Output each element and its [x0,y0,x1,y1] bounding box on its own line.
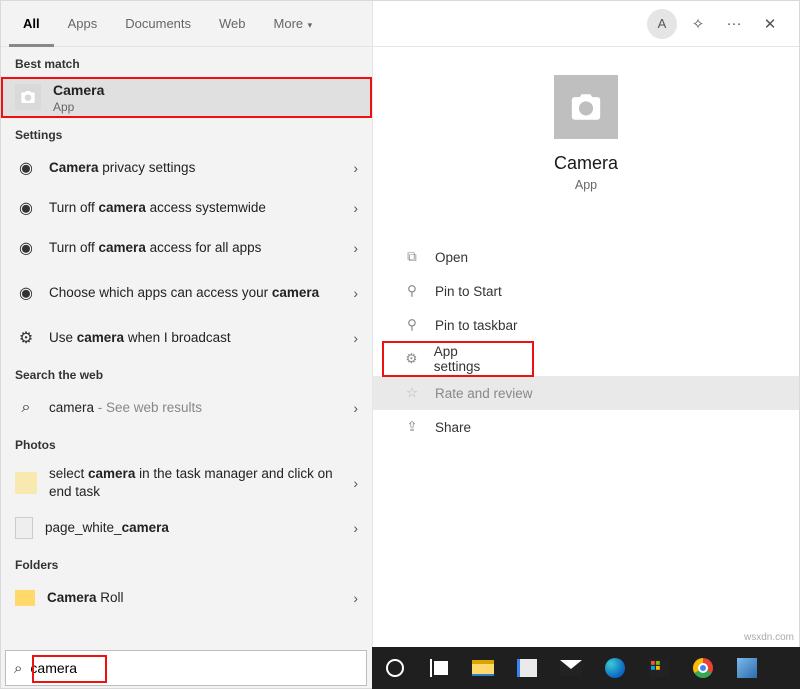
more-icon[interactable]: ··· [719,9,749,39]
search-icon: ⌕ [14,660,22,677]
preview-pane: A ✧ ··· ✕ Camera App ⧉ Open ⚲ Pin to Sta… [373,1,799,688]
section-settings: Settings [1,118,372,148]
file-explorer-icon[interactable] [470,655,496,681]
edge-icon[interactable] [602,655,628,681]
chevron-right-icon: › [353,160,358,176]
cortana-icon[interactable] [382,655,408,681]
star-icon: ☆ [403,385,421,401]
chevron-right-icon: › [353,200,358,216]
setting-turn-off-all-apps[interactable]: ◉ Turn off camera access for all apps › [1,228,372,268]
tab-more[interactable]: More ▾ [260,1,327,47]
taskbar [372,647,800,689]
chevron-right-icon: › [353,520,358,536]
chevron-right-icon: › [353,330,358,346]
search-icon: ⌕ [15,399,37,417]
preview-subtitle: App [373,178,799,192]
action-rate-review[interactable]: ☆ Rate and review [373,376,799,410]
search-input[interactable]: ⌕ camera [5,650,367,686]
image-icon [15,472,37,494]
chevron-right-icon: › [353,285,358,301]
caret-down-icon: ▾ [305,20,312,30]
tab-web[interactable]: Web [205,1,260,47]
chevron-right-icon: › [353,590,358,606]
chevron-right-icon: › [353,475,358,491]
result-best-camera[interactable]: Camera App [1,77,372,118]
task-view-icon[interactable] [426,655,452,681]
setting-camera-privacy[interactable]: ◉ Camera privacy settings › [1,148,372,188]
gear-icon: ⚙ [15,328,37,348]
folder-icon [15,590,35,606]
chrome-icon[interactable] [690,655,716,681]
tab-all[interactable]: All [9,1,54,47]
setting-turn-off-systemwide[interactable]: ◉ Turn off camera access systemwide › [1,188,372,228]
gear-icon: ⚙ [403,351,420,367]
close-icon[interactable]: ✕ [755,9,785,39]
mail-icon[interactable] [558,655,584,681]
file-icon [15,517,33,539]
app-icon[interactable] [734,655,760,681]
camera-icon: ◉ [15,283,37,303]
photo-result-pagewhite[interactable]: page_white_camera › [1,508,372,548]
photo-result-taskmgr[interactable]: select camera in the task manager and cl… [1,458,372,508]
result-subtitle: App [53,100,104,114]
preview-title: Camera [373,153,799,174]
camera-app-icon [15,84,41,110]
open-icon: ⧉ [403,249,421,265]
share-icon: ⇪ [403,419,421,435]
section-best-match: Best match [1,47,372,77]
feedback-icon[interactable]: ✧ [683,9,713,39]
result-title: Camera [53,82,104,98]
pin-icon: ⚲ [403,283,421,299]
search-results-pane: All Apps Documents Web More ▾ Best match… [1,1,373,688]
filter-tabs: All Apps Documents Web More ▾ [1,1,372,47]
camera-app-icon [554,75,618,139]
action-pin-taskbar[interactable]: ⚲ Pin to taskbar [373,308,799,342]
action-app-settings[interactable]: ⚙ App settings [383,342,533,376]
folder-result-camera-roll[interactable]: Camera Roll › [1,578,372,618]
search-value: camera [30,660,77,676]
user-avatar[interactable]: A [647,9,677,39]
setting-choose-apps[interactable]: ◉ Choose which apps can access your came… [1,268,372,318]
tab-apps[interactable]: Apps [54,1,112,47]
setting-use-camera-broadcast[interactable]: ⚙ Use camera when I broadcast › [1,318,372,358]
action-open[interactable]: ⧉ Open [373,240,799,274]
tab-documents[interactable]: Documents [111,1,205,47]
camera-icon: ◉ [15,238,37,258]
section-search-web: Search the web [1,358,372,388]
action-pin-start[interactable]: ⚲ Pin to Start [373,274,799,308]
section-photos: Photos [1,428,372,458]
store-icon[interactable] [646,655,672,681]
chevron-right-icon: › [353,240,358,256]
camera-icon: ◉ [15,158,37,178]
section-folders: Folders [1,548,372,578]
chevron-right-icon: › [353,400,358,416]
notepad-icon[interactable] [514,655,540,681]
action-share[interactable]: ⇪ Share [373,410,799,444]
watermark: wsxdn.com [744,632,794,643]
web-result-camera[interactable]: ⌕ camera - See web results › [1,388,372,428]
pin-icon: ⚲ [403,317,421,333]
camera-icon: ◉ [15,198,37,218]
